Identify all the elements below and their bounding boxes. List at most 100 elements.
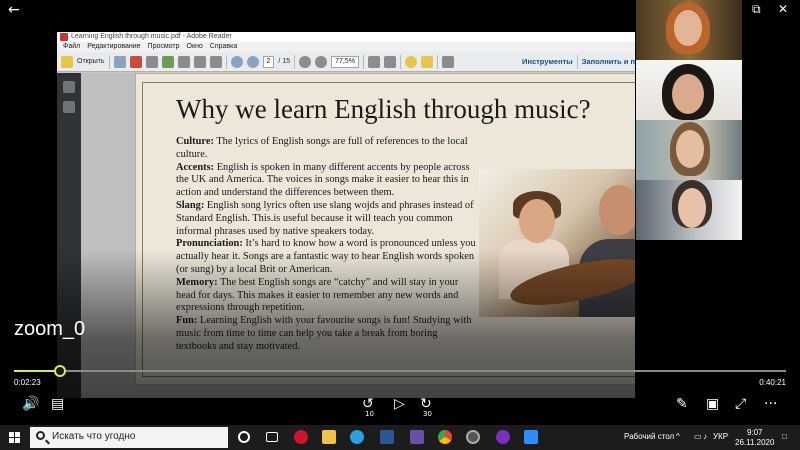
more-options-icon[interactable]: ··· (764, 395, 777, 413)
slide-item-text: The best English songs are “catchy” and … (176, 276, 459, 314)
pdf-window-title: Learning English through music.pdf - Ado… (71, 33, 232, 40)
page-down-icon[interactable] (246, 55, 259, 68)
save-icon[interactable] (177, 55, 190, 68)
close-icon[interactable]: ✕ (778, 2, 788, 16)
menu-file[interactable]: Файл (63, 42, 80, 52)
highlight-icon[interactable] (420, 55, 433, 68)
skip-back-label: 10 (365, 410, 374, 418)
convert-pdf-icon[interactable] (129, 55, 142, 68)
skip-back-button[interactable]: ↺ 10 (362, 395, 374, 418)
subtitles-icon[interactable]: ▤ (51, 395, 64, 413)
open-button[interactable]: Открыть (77, 58, 105, 65)
edge-icon[interactable] (350, 430, 364, 444)
slide-page: Why we learn English through music? Cult… (135, 73, 635, 385)
time-elapsed: 0:02:23 (14, 378, 41, 387)
slide-item: Culture: The lyrics of English songs are… (176, 136, 476, 162)
slide-title: Why we learn English through music? (176, 94, 591, 124)
participant-video-3[interactable] (636, 120, 742, 180)
time-total: 0:40:21 (759, 378, 786, 387)
toolbar-separator (108, 54, 110, 69)
windows-taskbar: Искать что угодно Рабочий стол ^ ▭ ♪ УКР… (0, 425, 800, 450)
skip-forward-label: 30 (423, 410, 432, 418)
restore-icon[interactable]: ⧉ (752, 2, 761, 17)
fill-sign-button[interactable]: Заполнить и п (582, 57, 635, 66)
media-app-icon[interactable] (466, 430, 480, 444)
slide-item-term: Accents: (176, 161, 215, 173)
zoom-app-icon[interactable] (524, 430, 538, 444)
fit-page-icon[interactable] (367, 55, 380, 68)
menu-window[interactable]: Окно (187, 42, 203, 52)
folder-open-icon[interactable] (61, 55, 73, 68)
menu-edit[interactable]: Редактирование (87, 42, 140, 52)
print-icon[interactable] (193, 55, 206, 68)
slide-item-term: Memory: (176, 276, 218, 288)
slide-item-term: Fun: (176, 315, 198, 327)
pdf-toolbar: Открыть 2 / 15 77,5% Инструменты Заполни… (57, 52, 635, 72)
attachments-icon[interactable] (63, 101, 75, 113)
edit-pencil-icon[interactable]: ✎ (676, 395, 688, 413)
page-up-icon[interactable] (230, 55, 243, 68)
network-icon[interactable]: ▭ (694, 432, 702, 441)
play-button[interactable]: ▷ (394, 395, 405, 413)
search-icon (36, 431, 45, 440)
onenote-icon[interactable] (410, 430, 424, 444)
slide-item: Fun: Learning English with your favourit… (176, 315, 476, 353)
pdf-file-icon (60, 33, 68, 41)
tools-button[interactable]: Инструменты (522, 57, 573, 66)
mail-icon[interactable] (209, 55, 222, 68)
toolbar-separator (576, 54, 578, 69)
screen: ← — ⧉ ✕ Learning English through music.p… (0, 0, 800, 450)
viber-icon[interactable] (496, 430, 510, 444)
cortana-icon[interactable] (238, 431, 250, 443)
notifications-icon[interactable]: □ (782, 432, 787, 441)
guitar-photo (479, 169, 635, 317)
speaker-icon[interactable]: ♪ (703, 432, 707, 441)
seek-bar[interactable] (14, 365, 786, 377)
pdf-menubar: Файл Редактирование Просмотр Окно Справк… (57, 42, 635, 52)
desktop-label[interactable]: Рабочий стол (624, 432, 674, 441)
skip-forward-button[interactable]: ↻ 30 (420, 395, 432, 418)
taskbar-search-input[interactable]: Искать что угодно (30, 427, 228, 448)
word-icon[interactable] (380, 430, 394, 444)
slide-item-text: English is spoken in many different acce… (176, 161, 470, 199)
start-windows-icon[interactable] (9, 432, 20, 443)
file-explorer-icon[interactable] (322, 430, 336, 444)
zoom-level-select[interactable]: 77,5% (331, 55, 359, 68)
edit-icon[interactable] (145, 55, 158, 68)
slide-item: Slang: English song lyrics often use sla… (176, 200, 476, 238)
participant-video-2[interactable] (636, 60, 742, 120)
opera-icon[interactable] (294, 430, 308, 444)
comment-icon[interactable] (404, 55, 417, 68)
slide-item: Pronunciation: It’s hard to know how a w… (176, 238, 476, 276)
pdf-viewer-window: Learning English through music.pdf - Ado… (57, 32, 635, 398)
menu-view[interactable]: Просмотр (148, 42, 180, 52)
back-arrow-icon[interactable]: ← (8, 2, 20, 18)
slide-body: Culture: The lyrics of English songs are… (176, 136, 476, 354)
toolbar-separator (436, 54, 438, 69)
page-number-input[interactable]: 2 (262, 55, 275, 68)
chrome-icon[interactable] (438, 430, 452, 444)
search-placeholder: Искать что угодно (52, 431, 136, 442)
menu-help[interactable]: Справка (210, 42, 237, 52)
slide-item-text: English song lyrics often use slang wojd… (176, 199, 474, 237)
mini-view-icon[interactable]: ▣ (706, 395, 719, 413)
fullscreen-expand-icon[interactable]: ⤢ (735, 395, 746, 413)
page-total: / 15 (278, 58, 291, 65)
fullscreen-icon[interactable] (441, 55, 454, 68)
tray-chevron-icon[interactable]: ^ (676, 432, 680, 441)
taskbar-clock[interactable]: 9:07 26.11.2020 (735, 428, 774, 448)
create-pdf-icon[interactable] (113, 55, 126, 68)
pages-panel-icon[interactable] (63, 81, 75, 93)
participant-video-1[interactable] (636, 0, 742, 60)
cloud-icon[interactable] (161, 55, 174, 68)
slide-item-term: Slang: (176, 199, 205, 211)
participant-video-4[interactable] (636, 180, 742, 240)
zoom-out-icon[interactable] (299, 55, 312, 68)
clock-date: 26.11.2020 (735, 438, 775, 447)
task-view-icon[interactable] (266, 432, 278, 442)
keyboard-language[interactable]: УКР (713, 432, 728, 441)
volume-icon[interactable]: 🔊 (22, 395, 39, 413)
fit-width-icon[interactable] (383, 55, 396, 68)
zoom-in-icon[interactable] (315, 55, 328, 68)
toolbar-separator (294, 54, 296, 69)
